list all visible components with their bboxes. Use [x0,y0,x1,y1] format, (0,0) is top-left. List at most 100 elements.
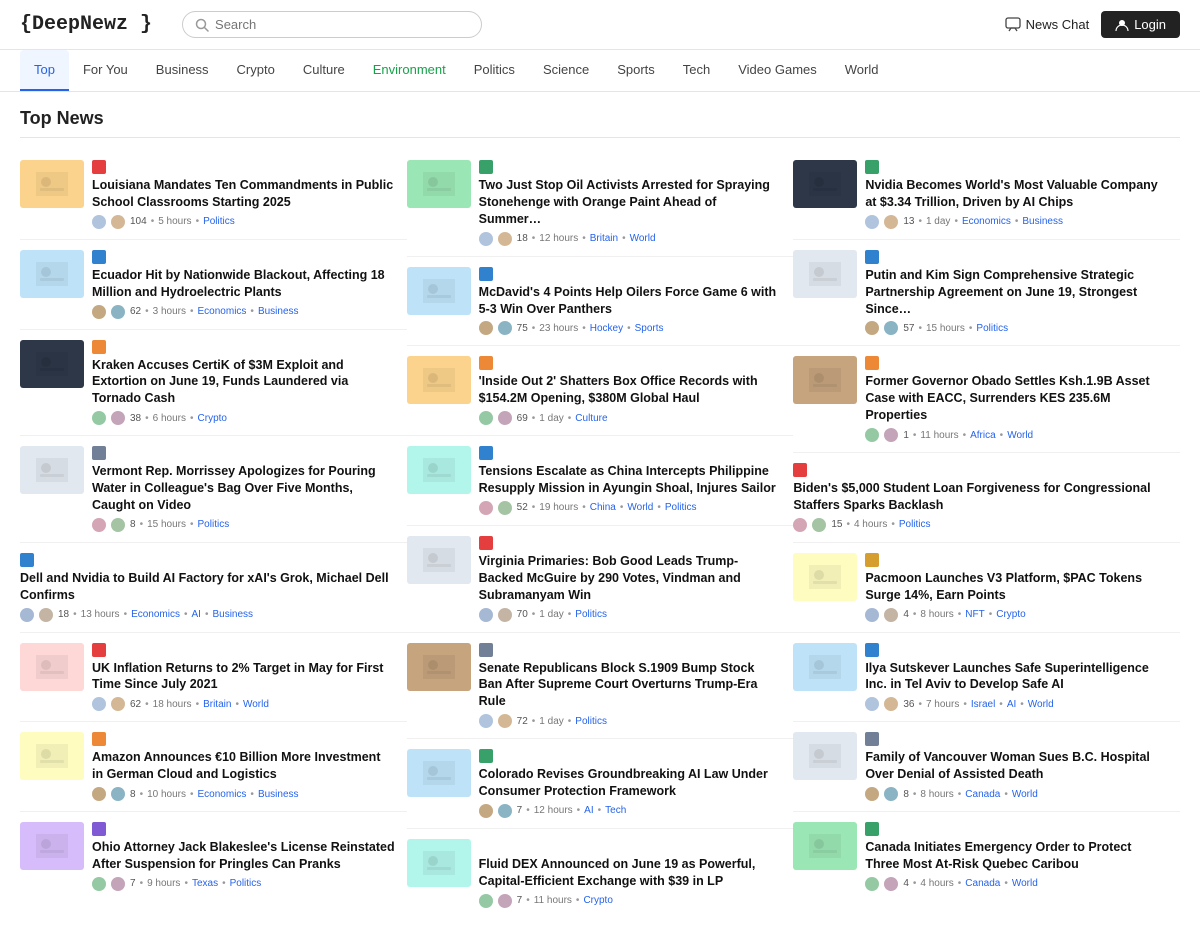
news-item[interactable]: Former Governor Obado Settles Ksh.1.9B A… [793,346,1180,453]
news-tag[interactable]: Politics [230,878,262,889]
news-tag[interactable]: Culture [575,413,607,424]
news-tag[interactable]: AI [192,609,201,620]
news-item[interactable]: Louisiana Mandates Ten Commandments in P… [20,150,407,240]
news-tag[interactable]: AI [584,805,593,816]
news-tag[interactable]: World [627,502,653,513]
nav-item-world[interactable]: World [831,50,893,91]
news-tag[interactable]: Sports [635,323,664,334]
nav-item-top[interactable]: Top [20,50,69,91]
news-tag[interactable]: Israel [971,699,995,710]
news-tag[interactable]: Britain [590,233,618,244]
news-item[interactable]: Colorado Revises Groundbreaking AI Law U… [407,739,794,829]
nav-item-sports[interactable]: Sports [603,50,669,91]
news-item[interactable]: Pacmoon Launches V3 Platform, $PAC Token… [793,543,1180,633]
news-item[interactable]: UK Inflation Returns to 2% Target in May… [20,633,407,723]
news-item[interactable]: Putin and Kim Sign Comprehensive Strateg… [793,240,1180,347]
news-tag[interactable]: Canada [965,878,1000,889]
news-item[interactable]: Tensions Escalate as China Intercepts Ph… [407,436,794,526]
news-item[interactable]: Two Just Stop Oil Activists Arrested for… [407,150,794,257]
news-tag[interactable]: World [1007,430,1033,441]
news-item[interactable]: Kraken Accuses CertiK of $3M Exploit and… [20,330,407,437]
news-tag[interactable]: Business [258,789,299,800]
news-title[interactable]: Pacmoon Launches V3 Platform, $PAC Token… [865,570,1168,604]
news-title[interactable]: Putin and Kim Sign Comprehensive Strateg… [865,267,1168,318]
news-title[interactable]: Louisiana Mandates Ten Commandments in P… [92,177,395,211]
nav-item-science[interactable]: Science [529,50,603,91]
news-title[interactable]: Biden's $5,000 Student Loan Forgiveness … [793,480,1168,514]
news-tag[interactable]: World [243,699,269,710]
news-item[interactable]: Canada Initiates Emergency Order to Prot… [793,812,1180,901]
news-tag[interactable]: Business [212,609,253,620]
news-title[interactable]: Fluid DEX Announced on June 19 as Powerf… [479,856,782,890]
news-tag[interactable]: Crypto [198,413,227,424]
news-title[interactable]: 'Inside Out 2' Shatters Box Office Recor… [479,373,782,407]
news-tag[interactable]: Economics [131,609,180,620]
nav-item-tech[interactable]: Tech [669,50,724,91]
news-tag[interactable]: Politics [575,716,607,727]
news-tag[interactable]: World [1028,699,1054,710]
news-tag[interactable]: Hockey [590,323,623,334]
news-tag[interactable]: Politics [575,609,607,620]
news-tag[interactable]: Politics [198,519,230,530]
news-tag[interactable]: Texas [192,878,218,889]
nav-item-environment[interactable]: Environment [359,50,460,91]
news-chat-button[interactable]: News Chat [1005,17,1090,33]
news-tag[interactable]: AI [1007,699,1016,710]
nav-item-crypto[interactable]: Crypto [223,50,289,91]
nav-item-culture[interactable]: Culture [289,50,359,91]
news-item[interactable]: 'Inside Out 2' Shatters Box Office Recor… [407,346,794,436]
news-item[interactable]: Virginia Primaries: Bob Good Leads Trump… [407,526,794,633]
nav-item-business[interactable]: Business [142,50,223,91]
news-title[interactable]: Dell and Nvidia to Build AI Factory for … [20,570,395,604]
news-item[interactable]: Dell and Nvidia to Build AI Factory for … [20,543,407,633]
news-title[interactable]: Virginia Primaries: Bob Good Leads Trump… [479,553,782,604]
news-tag[interactable]: Crypto [583,895,612,906]
news-title[interactable]: Vermont Rep. Morrissey Apologizes for Po… [92,463,395,514]
news-item[interactable]: Vermont Rep. Morrissey Apologizes for Po… [20,436,407,543]
news-title[interactable]: Tensions Escalate as China Intercepts Ph… [479,463,782,497]
news-tag[interactable]: Britain [203,699,231,710]
news-tag[interactable]: Tech [605,805,626,816]
news-tag[interactable]: World [1012,789,1038,800]
news-tag[interactable]: Politics [976,323,1008,334]
news-title[interactable]: Kraken Accuses CertiK of $3M Exploit and… [92,357,395,408]
news-tag[interactable]: World [1012,878,1038,889]
news-tag[interactable]: Business [1022,216,1063,227]
news-tag[interactable]: Politics [665,502,697,513]
news-item[interactable]: Senate Republicans Block S.1909 Bump Sto… [407,633,794,740]
news-title[interactable]: Colorado Revises Groundbreaking AI Law U… [479,766,782,800]
news-item[interactable]: Ohio Attorney Jack Blakeslee's License R… [20,812,407,901]
news-tag[interactable]: Politics [203,216,235,227]
news-tag[interactable]: China [590,502,616,513]
nav-item-politics[interactable]: Politics [460,50,529,91]
news-item[interactable]: Amazon Announces €10 Billion More Invest… [20,722,407,812]
news-tag[interactable]: Business [258,306,299,317]
news-title[interactable]: Ecuador Hit by Nationwide Blackout, Affe… [92,267,395,301]
news-title[interactable]: McDavid's 4 Points Help Oilers Force Gam… [479,284,782,318]
news-tag[interactable]: NFT [965,609,984,620]
news-title[interactable]: Two Just Stop Oil Activists Arrested for… [479,177,782,228]
nav-item-foryou[interactable]: For You [69,50,142,91]
news-item[interactable]: Family of Vancouver Woman Sues B.C. Hosp… [793,722,1180,812]
news-title[interactable]: Former Governor Obado Settles Ksh.1.9B A… [865,373,1168,424]
search-input[interactable] [215,17,469,32]
news-tag[interactable]: Politics [899,519,931,530]
news-tag[interactable]: Canada [965,789,1000,800]
login-button[interactable]: Login [1101,11,1180,38]
nav-item-videogames[interactable]: Video Games [724,50,831,91]
news-tag[interactable]: Crypto [996,609,1025,620]
news-tag[interactable]: Africa [970,430,996,441]
news-title[interactable]: Ilya Sutskever Launches Safe Superintell… [865,660,1168,694]
news-item[interactable]: McDavid's 4 Points Help Oilers Force Gam… [407,257,794,347]
news-item[interactable]: Nvidia Becomes World's Most Valuable Com… [793,150,1180,240]
news-item[interactable]: Fluid DEX Announced on June 19 as Powerf… [407,829,794,918]
news-title[interactable]: UK Inflation Returns to 2% Target in May… [92,660,395,694]
news-item[interactable]: Ecuador Hit by Nationwide Blackout, Affe… [20,240,407,330]
news-title[interactable]: Ohio Attorney Jack Blakeslee's License R… [92,839,395,873]
news-tag[interactable]: Economics [962,216,1011,227]
news-tag[interactable]: Economics [198,789,247,800]
news-title[interactable]: Senate Republicans Block S.1909 Bump Sto… [479,660,782,711]
news-title[interactable]: Family of Vancouver Woman Sues B.C. Hosp… [865,749,1168,783]
news-tag[interactable]: Economics [198,306,247,317]
news-title[interactable]: Canada Initiates Emergency Order to Prot… [865,839,1168,873]
